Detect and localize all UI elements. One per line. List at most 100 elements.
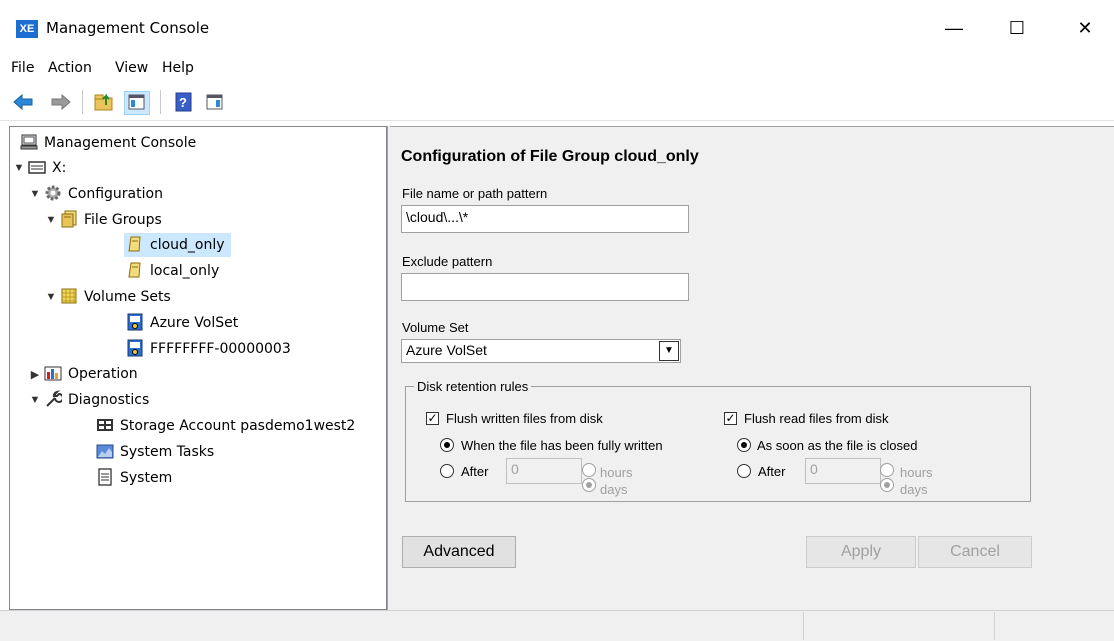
tree-item-management-console[interactable]: Management Console [20,131,196,155]
menu-help[interactable]: Help [162,60,194,76]
show-hide-tree-icon[interactable] [124,91,150,115]
tree-label: File Groups [84,212,162,228]
gear-icon [44,184,62,202]
tree-item-storage-account[interactable]: Storage Account pasdemo1west2 [96,414,355,438]
menu-view[interactable]: View [115,60,148,76]
tree-label: Operation [68,366,138,382]
menu-action[interactable]: Action [48,60,92,76]
tree-item-ffff-volset[interactable]: FFFFFFFF-00000003 [126,337,291,361]
chevron-down-icon[interactable]: ▼ [44,291,58,303]
maximize-button[interactable]: ☐ [994,8,1040,48]
read-days-radio[interactable] [880,478,894,492]
up-folder-icon[interactable] [94,92,114,112]
write-fully-written-label: When the file has been fully written [461,438,663,453]
tree-item-system[interactable]: System [96,466,172,490]
path-pattern-input[interactable]: \cloud\...\* [401,205,689,233]
toolbar [0,86,1114,121]
tree-label: Azure VolSet [150,315,239,331]
chevron-down-icon[interactable]: ▼ [28,394,42,406]
wrench-icon [44,390,64,408]
tree-item-diagnostics[interactable]: Diagnostics [44,388,149,412]
volume-set-selected-value: Azure VolSet [406,342,487,358]
flush-read-checkbox[interactable]: ✓ [724,412,737,425]
read-days-label: days [900,482,928,497]
path-pattern-label: File name or path pattern [402,186,548,201]
close-button[interactable]: ✕ [1062,8,1108,48]
console-computer-icon [20,133,38,151]
read-closed-radio[interactable] [737,438,751,452]
advanced-button[interactable]: Advanced [402,536,516,568]
toolbar-separator [82,90,83,114]
flush-written-checkbox[interactable]: ✓ [426,412,439,425]
menu-file[interactable]: File [11,60,34,76]
write-fully-written-radio[interactable] [440,438,454,452]
disk-retention-legend: Disk retention rules [417,379,529,394]
tree-label: Volume Sets [84,289,171,305]
write-days-label: days [600,482,628,497]
page-title: Configuration of File Group cloud_only [401,148,699,165]
chevron-down-icon[interactable]: ▼ [44,214,58,226]
storage-account-icon [96,416,114,434]
status-separator [803,612,804,640]
chevron-down-icon[interactable]: ▼ [28,188,42,200]
status-separator [994,612,995,640]
svg-text:?: ? [179,95,187,110]
volume-sets-icon [60,287,78,305]
volume-set-icon [126,313,144,331]
chevron-down-icon[interactable]: ▼ [659,341,679,361]
read-after-label: After [758,464,786,479]
write-after-value-input[interactable]: 0 [506,458,582,484]
write-hours-radio[interactable] [582,463,596,477]
write-days-radio[interactable] [582,478,596,492]
tree-item-cloud-only[interactable]: cloud_only [124,233,231,257]
tree-label: System [120,470,173,486]
volume-set-label: Volume Set [402,320,469,335]
write-after-radio[interactable] [440,464,454,478]
system-tasks-icon [96,442,114,460]
tree-item-operation[interactable]: Operation [44,362,138,386]
tree-label: Storage Account pasdemo1west2 [120,418,356,434]
read-hours-label: hours [900,465,933,480]
tree-label: System Tasks [120,444,215,460]
forward-arrow-icon[interactable] [50,92,71,112]
flush-read-label: Flush read files from disk [744,411,889,426]
write-after-label: After [461,464,489,479]
action-pane-icon[interactable] [205,92,225,112]
tree-label: Diagnostics [68,392,150,408]
volume-set-select[interactable]: Azure VolSet ▼ [401,339,681,363]
write-hours-label: hours [600,465,633,480]
tree-label: Configuration [68,186,163,202]
tree-item-file-groups[interactable]: File Groups [60,208,162,232]
tree-label: FFFFFFFF-00000003 [150,341,291,357]
chevron-down-icon[interactable]: ▼ [12,162,26,174]
file-group-icon [126,235,144,253]
minimize-button[interactable]: — [931,8,977,48]
tree-item-server[interactable]: X: [28,156,66,180]
tree-label: Management Console [44,135,197,151]
server-icon [28,158,46,176]
chevron-right-icon[interactable]: ▶ [28,368,42,381]
operation-chart-icon [44,364,62,382]
read-after-radio[interactable] [737,464,751,478]
tree-label: X: [52,160,67,176]
file-groups-icon [60,210,78,228]
tree-item-volume-sets[interactable]: Volume Sets [60,285,171,309]
read-hours-radio[interactable] [880,463,894,477]
cancel-button[interactable]: Cancel [918,536,1032,568]
volume-set-icon [126,339,144,357]
app-logo-icon: XE [16,20,38,38]
flush-written-label: Flush written files from disk [446,411,603,426]
back-arrow-icon[interactable] [12,92,33,112]
status-bar [0,610,1114,641]
read-after-value-input[interactable]: 0 [805,458,881,484]
tree-item-local-only[interactable]: local_only [126,259,219,283]
tree-item-system-tasks[interactable]: System Tasks [96,440,214,464]
tree-item-configuration[interactable]: Configuration [44,182,163,206]
apply-button[interactable]: Apply [806,536,916,568]
document-icon [96,468,114,486]
help-icon[interactable]: ? [174,92,194,112]
exclude-pattern-input[interactable] [401,273,689,301]
tree-item-azure-volset[interactable]: Azure VolSet [126,311,238,335]
tree-pane[interactable]: Management Console ▼ X: ▼ Configuration … [9,126,387,610]
tree-label: cloud_only [150,237,225,253]
